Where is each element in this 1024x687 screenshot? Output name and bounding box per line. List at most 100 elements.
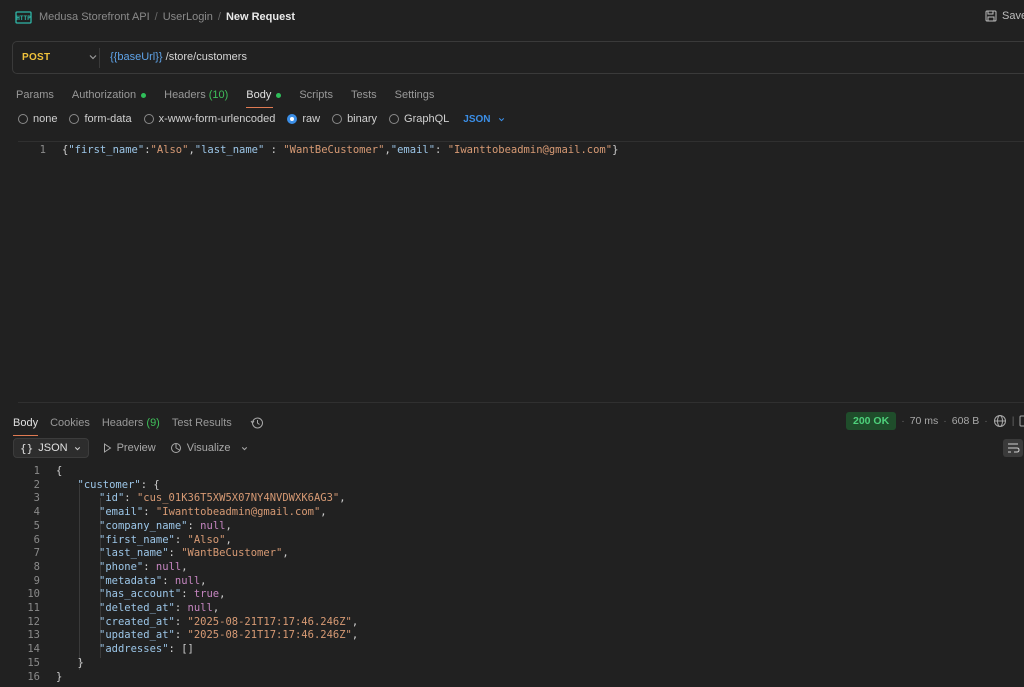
code-token: null [174,574,201,587]
response-line: 7 "last_name": "WantBeCustomer", [12,546,289,560]
radio-button[interactable] [18,114,28,124]
response-meta: 200 OK · 70 ms · 608 B · | [846,412,1024,430]
code-token: "email" [390,144,436,156]
code-token: : [187,519,201,532]
response-line: 3 "id": "cus_01K36T5XW5X07NY4NVDWXK6AG3", [12,491,346,505]
method-select[interactable]: POST [22,52,50,63]
code-token: "first_name" [99,533,175,546]
request-body-editor[interactable]: 1 {"first_name":"Also","last_name" : "Wan… [18,141,1024,403]
chevron-down-icon[interactable] [240,444,249,453]
breadcrumb-collection[interactable]: Medusa Storefront API [39,11,150,23]
code-token: , [181,560,188,573]
radio-button[interactable] [389,114,400,124]
response-line: 16} [12,670,62,684]
line-number: 3 [33,492,40,505]
response-line: 6 "first_name": "Also", [12,533,232,547]
line-number: 13 [27,629,40,642]
body-type-raw[interactable]: raw [287,113,320,125]
radio-button[interactable] [332,114,343,124]
radio-button[interactable] [143,114,154,124]
response-tab-cookies[interactable]: Cookies [50,414,90,432]
response-line: 15} [12,656,84,670]
radio-button[interactable] [287,114,298,124]
url-input[interactable]: {{baseUrl}} /store/customers [110,51,247,63]
visualize-button[interactable]: Visualize [170,442,249,454]
response-tabs: Body Cookies Headers (9) Test Results [13,414,264,436]
tab-count: (10) [208,89,229,101]
tab-count: (9) [146,417,160,429]
line-number: 16 [27,670,40,683]
code-token: : [181,588,194,601]
line-number: 10 [27,588,40,601]
body-type-none[interactable]: none [18,113,57,125]
tab-params[interactable]: Params [16,86,54,104]
tab-authorization[interactable]: Authorization [72,86,147,104]
chevron-down-icon [74,446,80,450]
response-line: 12 "created_at": "2025-08-21T17:17:46.246… [12,615,358,629]
code-token: : [124,492,137,505]
code-token: "updated_at" [99,629,175,642]
code-token: "last_name" [99,547,169,560]
tab-body[interactable]: Body [246,86,282,108]
code-token: : [162,574,175,587]
wrap-lines-icon [1008,443,1020,453]
response-tab-headers[interactable]: Headers (9) [102,414,160,432]
body-format-select[interactable]: JSON [463,114,505,125]
response-format-select[interactable]: {} JSON [13,438,89,458]
wrap-lines-button[interactable] [1003,439,1023,457]
breadcrumb-folder[interactable]: UserLogin [163,11,213,23]
code-token: : [174,615,188,628]
visualize-icon [170,443,181,453]
preview-button[interactable]: Preview [103,442,156,454]
status-badge[interactable]: 200 OK [846,412,897,430]
url-path: /store/customers [162,51,247,63]
code-token: : [] [168,643,194,656]
code-token: : [264,144,284,156]
tab-label: Params [16,89,54,101]
url-divider [99,48,100,68]
radio-button[interactable] [69,114,80,124]
response-size[interactable]: 608 B [952,415,979,427]
body-type-label: x-www-form-urlencoded [158,113,276,125]
code-token: "first_name" [68,144,145,156]
line-number: 15 [27,656,40,669]
chevron-down-icon[interactable] [87,51,99,63]
code-token: "Also" [150,144,189,156]
breadcrumb-separator: / [154,11,158,23]
globe-icon[interactable] [993,414,1007,428]
breadcrumb-request-name[interactable]: New Request [226,11,295,23]
code-token: { [56,465,63,477]
response-line: 9 "metadata": null, [12,574,207,588]
response-line: 10 "has_account": true, [12,587,225,601]
code-token: } [77,656,84,669]
body-type-label: none [33,113,58,125]
code-token: "metadata" [99,574,163,587]
body-type-form-data[interactable]: form-data [69,113,132,125]
code-token: "WantBeCustomer" [283,144,385,156]
history-icon[interactable] [250,416,264,430]
tab-scripts[interactable]: Scripts [299,86,333,104]
line-number: 1 [33,465,40,477]
save-button[interactable]: Save [985,10,1024,22]
url-bar: POST {{baseUrl}} /store/customers [12,41,1024,74]
tab-tests[interactable]: Tests [351,86,377,104]
response-tab-body[interactable]: Body [13,414,39,436]
code-token: , [225,533,232,546]
url-variable: {{baseUrl}} [110,51,163,63]
braces-icon: {} [20,441,34,455]
tab-label: Body [13,417,39,429]
save-response-icon[interactable] [1019,414,1024,428]
body-type-graphql[interactable]: GraphQL [389,113,449,125]
tab-settings[interactable]: Settings [395,86,435,104]
line-number: 9 [33,574,40,587]
code-token: "has_account" [99,588,182,601]
code-token: "last_name" [194,144,265,156]
code-token: , [225,519,232,532]
response-tab-test-results[interactable]: Test Results [172,414,232,432]
body-type-x-www-form-urlencoded[interactable]: x-www-form-urlencoded [143,113,276,125]
body-type-binary[interactable]: binary [332,113,377,125]
tab-headers[interactable]: Headers (10) [164,86,228,104]
response-line: 4 "email": "Iwanttobeadmin@gmail.com", [12,505,327,519]
response-time[interactable]: 70 ms [910,415,939,427]
code-token: : [435,144,448,156]
